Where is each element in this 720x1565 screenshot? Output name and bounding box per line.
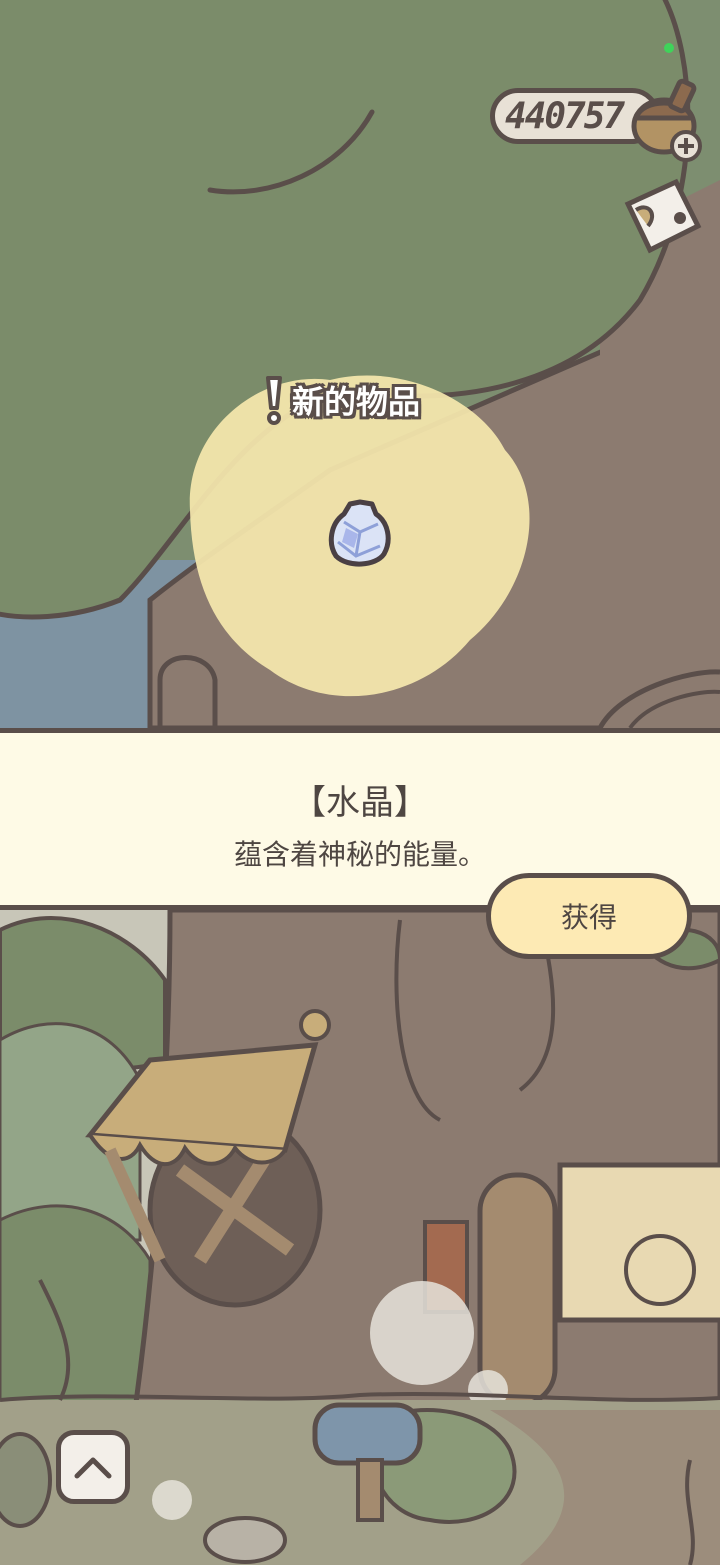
item-description: 蕴含着神秘的能量。 (233, 838, 486, 871)
new-item-title: 新的物品 (292, 383, 421, 421)
expand-menu-button[interactable] (56, 1430, 130, 1504)
item-name: 【水晶】 (292, 783, 428, 823)
acorn-count: 440757 (505, 95, 625, 137)
chevron-up-icon (74, 1457, 112, 1479)
obtain-button[interactable]: 获得 (486, 873, 692, 959)
new-item-notice: 新的物品 (262, 372, 420, 428)
crystal-icon (328, 499, 391, 567)
acorn-icon[interactable] (628, 74, 706, 166)
obtain-button-label: 获得 (560, 901, 617, 934)
status-indicator (664, 43, 674, 53)
leaflet-icon[interactable] (618, 174, 708, 264)
exclamation-icon (266, 376, 282, 425)
